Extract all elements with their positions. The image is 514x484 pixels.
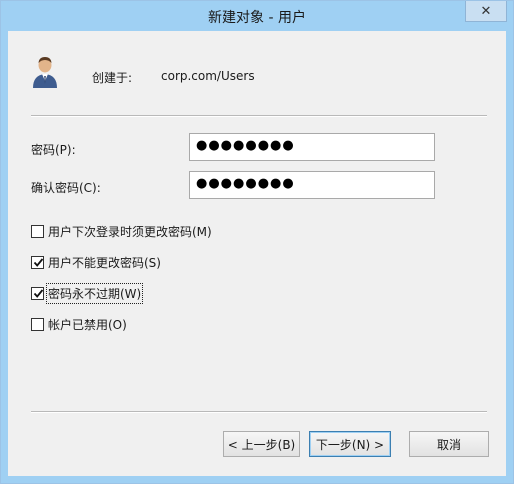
- option-cannot-change-password[interactable]: 用户不能更改密码(S): [31, 253, 162, 272]
- option-label: 密码永不过期(W): [45, 283, 144, 304]
- password-label: 密码(P):: [31, 143, 76, 157]
- next-button[interactable]: 下一步(N) >: [309, 431, 391, 457]
- created-in-path: corp.com/Users: [161, 69, 255, 83]
- bottom-divider: [31, 411, 487, 413]
- checkmark-icon: [33, 289, 44, 298]
- checkbox-must-change-password[interactable]: [31, 225, 44, 238]
- password-input[interactable]: ●●●●●●●●: [189, 133, 435, 161]
- dialog-body: 创建于: corp.com/Users 密码(P): ●●●●●●●● 确认密码…: [8, 31, 506, 476]
- option-account-disabled[interactable]: 帐户已禁用(O): [31, 315, 128, 334]
- close-icon: ✕: [480, 3, 492, 19]
- dialog-window: 新建对象 - 用户 ✕ 创建于: corp.com/Users 密码(P): ●…: [0, 0, 514, 484]
- option-label: 用户不能更改密码(S): [48, 256, 161, 270]
- top-divider: [31, 115, 487, 117]
- checkbox-cannot-change-password[interactable]: [31, 256, 44, 269]
- cancel-button[interactable]: 取消: [409, 431, 489, 457]
- option-password-never-expires[interactable]: 密码永不过期(W): [31, 283, 144, 304]
- option-label: 帐户已禁用(O): [48, 318, 127, 332]
- created-in-label: 创建于:: [92, 71, 133, 85]
- checkbox-password-never-expires[interactable]: [31, 287, 44, 300]
- window-title: 新建对象 - 用户: [208, 10, 306, 26]
- user-icon: [33, 57, 57, 88]
- confirm-password-input[interactable]: ●●●●●●●●: [189, 171, 435, 199]
- option-must-change-password[interactable]: 用户下次登录时须更改密码(M): [31, 222, 213, 241]
- confirm-password-label: 确认密码(C):: [31, 181, 101, 195]
- title-bar: 新建对象 - 用户 ✕: [1, 1, 513, 31]
- option-label: 用户下次登录时须更改密码(M): [48, 225, 212, 239]
- back-button[interactable]: < 上一步(B): [223, 431, 300, 457]
- checkmark-icon: [33, 258, 44, 267]
- close-button[interactable]: ✕: [465, 1, 507, 22]
- checkbox-account-disabled[interactable]: [31, 318, 44, 331]
